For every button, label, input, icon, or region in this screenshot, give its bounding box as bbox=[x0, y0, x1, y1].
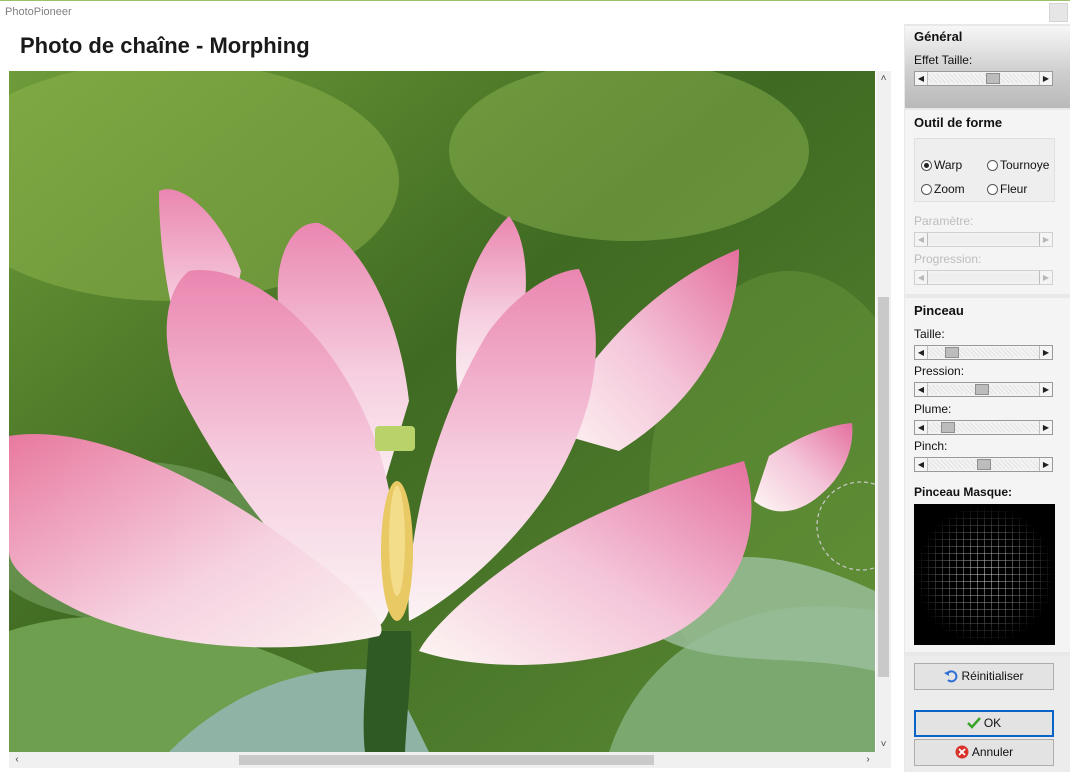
scrollbar-corner bbox=[876, 752, 891, 768]
plume-label: Plume: bbox=[914, 402, 952, 416]
radio-fleur[interactable]: Fleur bbox=[987, 182, 1027, 196]
annuler-button[interactable]: Annuler bbox=[914, 739, 1054, 766]
scroll-right-icon[interactable]: › bbox=[860, 752, 876, 768]
shape-tool-section: Outil de forme Warp Tournoye Zoom Fleur … bbox=[905, 110, 1070, 294]
slider-right-icon[interactable]: ▶ bbox=[1039, 346, 1052, 359]
outil-title: Outil de forme bbox=[914, 115, 1003, 130]
slider-right-icon[interactable]: ▶ bbox=[1039, 421, 1052, 434]
slider-left-icon[interactable]: ◀ bbox=[915, 72, 928, 85]
taille-label: Taille: bbox=[914, 327, 945, 341]
radio-zoom[interactable]: Zoom bbox=[921, 182, 965, 196]
slider-left-icon[interactable]: ◀ bbox=[915, 383, 928, 396]
pression-label: Pression: bbox=[914, 364, 965, 378]
slider-right-icon: ▶ bbox=[1039, 233, 1052, 246]
window-control-button[interactable] bbox=[1049, 3, 1068, 22]
slider-left-icon: ◀ bbox=[915, 271, 928, 284]
lotus-photo bbox=[9, 71, 875, 752]
horizontal-scrollbar[interactable]: ‹ › bbox=[9, 752, 876, 768]
scroll-down-icon[interactable]: ˅ bbox=[876, 737, 891, 752]
vertical-scroll-thumb[interactable] bbox=[878, 297, 889, 677]
plume-slider[interactable]: ◀ ▶ bbox=[914, 420, 1053, 435]
radio-icon bbox=[987, 160, 998, 171]
radio-icon bbox=[987, 184, 998, 195]
general-title: Général bbox=[914, 29, 963, 44]
slider-thumb[interactable] bbox=[976, 459, 991, 470]
reinitialiser-button[interactable]: Réinitialiser bbox=[914, 663, 1054, 690]
slider-thumb[interactable] bbox=[986, 73, 1001, 84]
actions-section: Réinitialiser OK Annuler bbox=[905, 656, 1070, 772]
pinch-label: Pinch: bbox=[914, 439, 948, 453]
title-bar: PhotoPioneer bbox=[0, 0, 1070, 25]
brush-mask-preview bbox=[914, 504, 1055, 645]
pinch-slider[interactable]: ◀ ▶ bbox=[914, 457, 1053, 472]
radio-tournoye[interactable]: Tournoye bbox=[987, 158, 1049, 172]
radio-warp[interactable]: Warp bbox=[921, 158, 962, 172]
app-title: PhotoPioneer bbox=[5, 6, 72, 18]
radio-selected-icon bbox=[921, 160, 932, 171]
slider-right-icon: ▶ bbox=[1039, 271, 1052, 284]
effet-taille-slider[interactable]: ◀ ▶ bbox=[914, 71, 1053, 86]
pinceau-title: Pinceau bbox=[914, 303, 964, 318]
progression-slider: ◀ ▶ bbox=[914, 270, 1053, 285]
slider-thumb[interactable] bbox=[945, 347, 960, 358]
slider-right-icon[interactable]: ▶ bbox=[1039, 458, 1052, 471]
slider-left-icon[interactable]: ◀ bbox=[915, 421, 928, 434]
cancel-icon bbox=[955, 743, 969, 759]
image-canvas[interactable] bbox=[9, 71, 875, 752]
slider-thumb[interactable] bbox=[974, 384, 989, 395]
general-section: Général Effet Taille: ◀ ▶ bbox=[905, 26, 1070, 108]
slider-thumb[interactable] bbox=[940, 422, 955, 433]
slider-right-icon[interactable]: ▶ bbox=[1039, 72, 1052, 85]
slider-left-icon[interactable]: ◀ bbox=[915, 458, 928, 471]
horizontal-scroll-thumb[interactable] bbox=[239, 755, 654, 765]
pinceau-masque-title: Pinceau Masque: bbox=[914, 485, 1013, 499]
page-title: Photo de chaîne - Morphing bbox=[20, 33, 310, 58]
parametre-slider: ◀ ▶ bbox=[914, 232, 1053, 247]
radio-icon bbox=[921, 184, 932, 195]
scroll-up-icon[interactable]: ˄ bbox=[876, 71, 891, 86]
taille-slider[interactable]: ◀ ▶ bbox=[914, 345, 1053, 360]
scroll-left-icon[interactable]: ‹ bbox=[9, 752, 25, 768]
checkmark-icon bbox=[966, 715, 981, 729]
vertical-scrollbar[interactable]: ˄ ˅ bbox=[876, 71, 891, 752]
slider-left-icon[interactable]: ◀ bbox=[915, 346, 928, 359]
progression-label: Progression: bbox=[914, 252, 982, 266]
slider-left-icon: ◀ bbox=[915, 233, 928, 246]
reset-icon bbox=[944, 667, 958, 683]
effet-taille-label: Effet Taille: bbox=[914, 53, 973, 67]
brush-section: Pinceau Taille: ◀ ▶ Pression: ◀ ▶ Plume:… bbox=[905, 298, 1070, 652]
parametre-label: Paramètre: bbox=[914, 214, 974, 228]
pression-slider[interactable]: ◀ ▶ bbox=[914, 382, 1053, 397]
ok-button[interactable]: OK bbox=[914, 710, 1054, 737]
slider-right-icon[interactable]: ▶ bbox=[1039, 383, 1052, 396]
shape-options-box: Warp Tournoye Zoom Fleur bbox=[914, 138, 1055, 202]
